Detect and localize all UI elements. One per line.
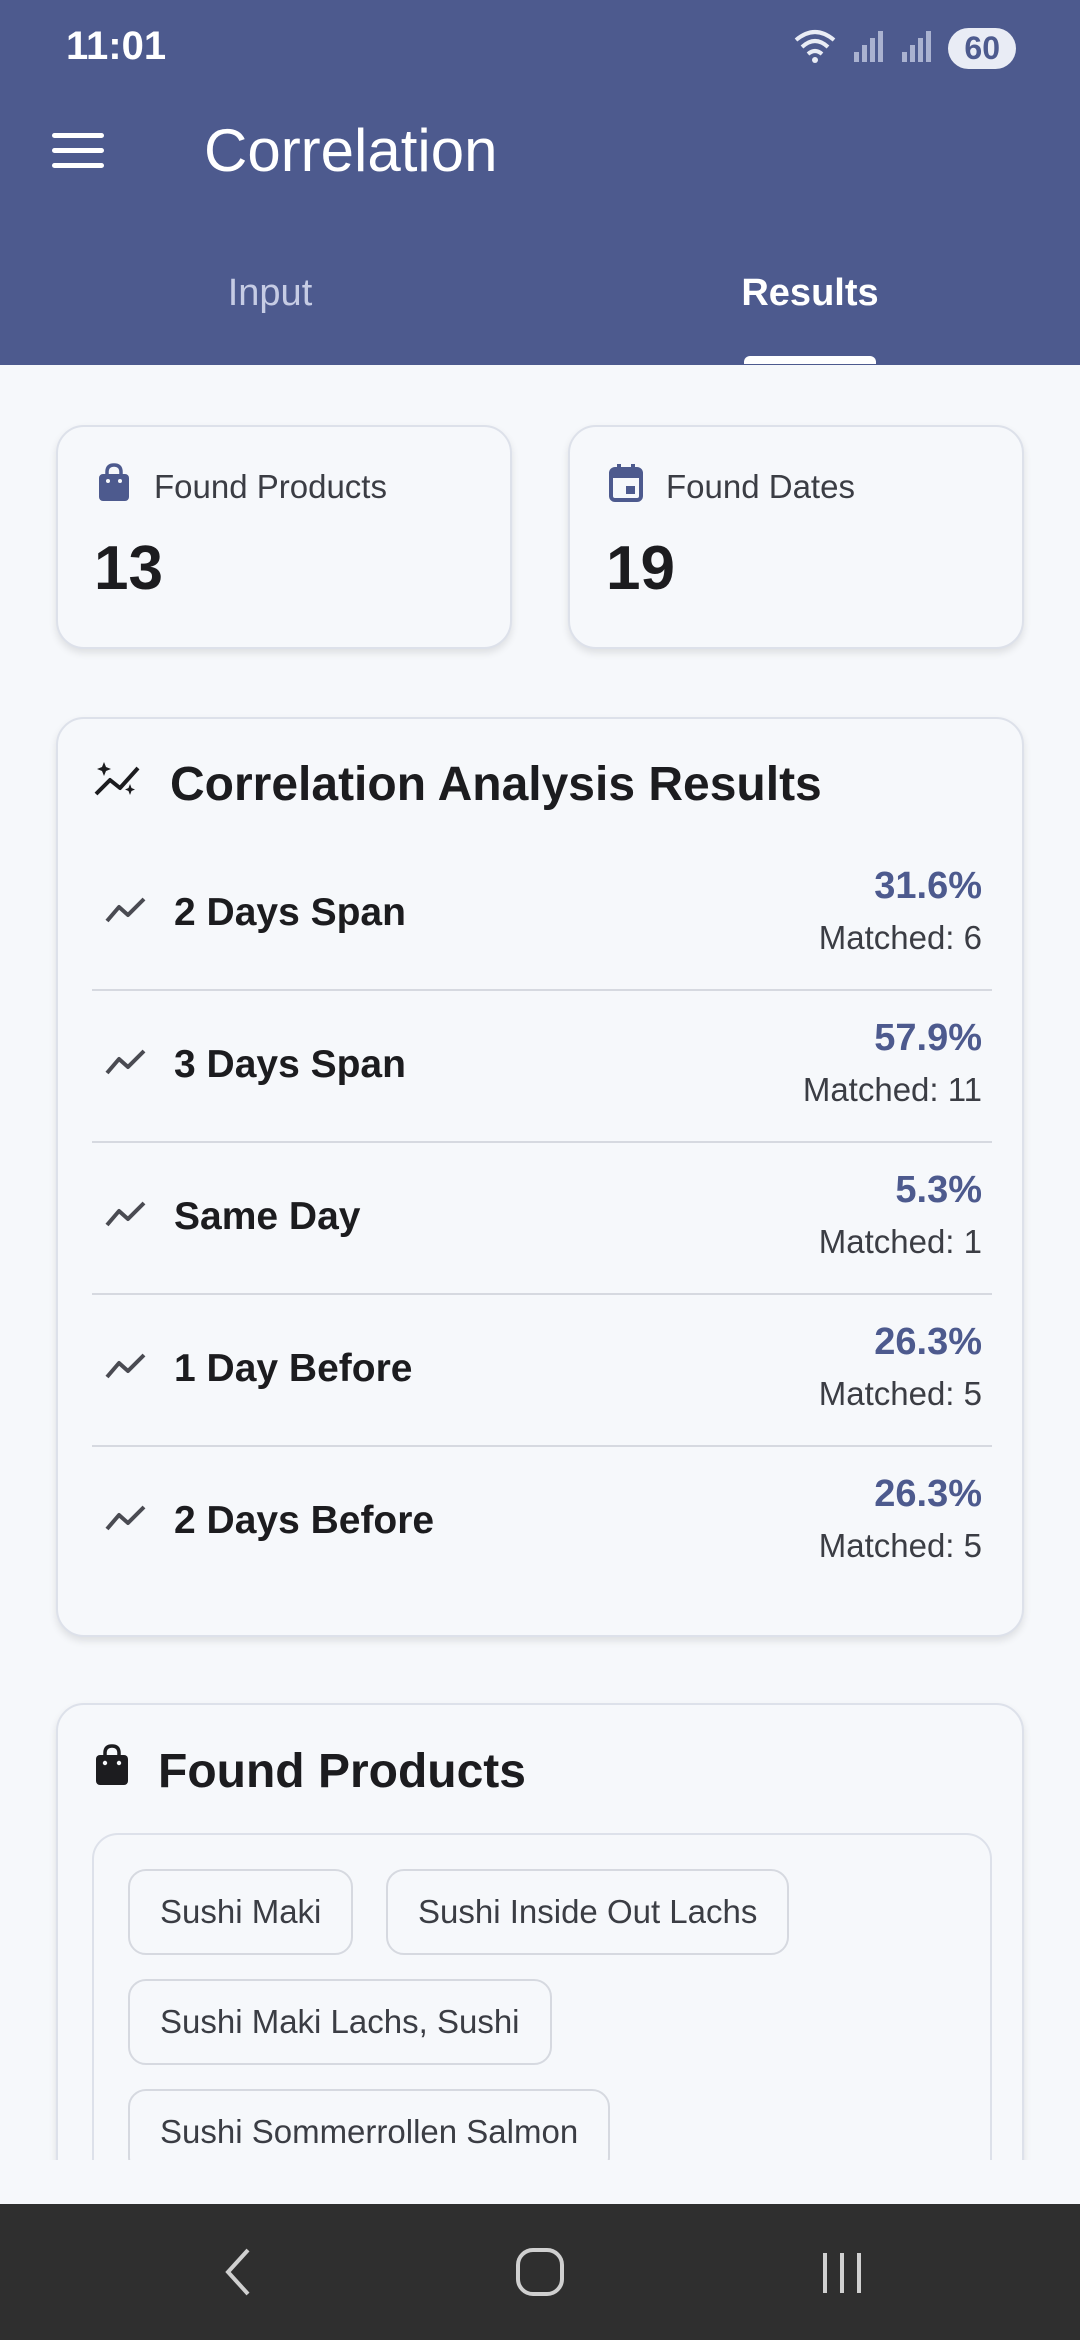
row-label: Same Day <box>104 1195 360 1239</box>
row-percent: 26.3% <box>874 1473 982 1515</box>
trending-icon <box>104 1499 148 1543</box>
home-button[interactable] <box>500 2238 580 2310</box>
row-label: 3 Days Span <box>104 1043 406 1087</box>
card-title-text: Found Products <box>158 1744 526 1798</box>
auto-graph-icon <box>92 757 144 812</box>
toolbar: Correlation <box>0 96 1080 206</box>
product-chip[interactable]: Sushi Sommerrollen Salmon <box>128 2089 611 2160</box>
card-title-text: Correlation Analysis Results <box>170 758 822 811</box>
stat-value: 19 <box>606 534 675 603</box>
signal-icon <box>852 28 886 69</box>
back-icon <box>218 2244 258 2305</box>
shopping-bag-icon <box>96 463 132 511</box>
system-navigation-bar <box>0 2204 1080 2340</box>
analysis-row: 1 Day Before 26.3% Matched: 5 <box>92 1295 992 1447</box>
shopping-bag-icon <box>92 1743 132 1799</box>
tab-results[interactable]: Results <box>540 246 1080 364</box>
correlation-analysis-card: Correlation Analysis Results 2 Days Span… <box>56 717 1024 1637</box>
battery-indicator: 60 <box>948 28 1016 69</box>
stat-header: Found Dates <box>608 463 855 511</box>
row-percent: 57.9% <box>874 1017 982 1059</box>
wifi-icon <box>792 26 838 71</box>
calendar-icon <box>608 463 644 511</box>
stat-card-dates: Found Dates 19 <box>568 425 1024 649</box>
stat-value: 13 <box>94 534 163 603</box>
products-chip-container: Sushi Maki Sushi Inside Out Lachs Sushi … <box>92 1833 992 2160</box>
trending-icon <box>104 1043 148 1087</box>
tab-results-label: Results <box>741 272 879 314</box>
product-chip[interactable]: Sushi Maki Lachs, Sushi <box>128 1979 552 2065</box>
tab-indicator <box>744 356 876 364</box>
app-bar: 11:01 60 Correlation Input Results <box>0 0 1080 365</box>
row-label-text: 2 Days Span <box>174 891 406 934</box>
row-matched: Matched: 6 <box>818 919 982 956</box>
trending-icon <box>104 1195 148 1239</box>
stat-card-products: Found Products 13 <box>56 425 512 649</box>
trending-icon <box>104 891 148 935</box>
results-content[interactable]: Found Products 13 Found Dates 19 Correla… <box>0 365 1080 2160</box>
card-title: Found Products <box>92 1743 526 1799</box>
found-products-card: Found Products Sushi Maki Sushi Inside O… <box>56 1703 1024 2160</box>
row-matched: Matched: 1 <box>818 1223 982 1260</box>
tab-input-label: Input <box>227 272 313 314</box>
analysis-row: 3 Days Span 57.9% Matched: 11 <box>92 991 992 1143</box>
card-title: Correlation Analysis Results <box>92 757 822 812</box>
product-chip[interactable]: Sushi Inside Out Lachs <box>386 1869 790 1955</box>
trending-icon <box>104 1347 148 1391</box>
home-icon <box>514 2246 566 2303</box>
row-label: 2 Days Before <box>104 1499 434 1543</box>
analysis-row: 2 Days Before 26.3% Matched: 5 <box>92 1447 992 1599</box>
recents-button[interactable] <box>802 2238 882 2310</box>
status-bar: 11:01 60 <box>0 0 1080 96</box>
tab-input[interactable]: Input <box>0 246 540 364</box>
back-button[interactable] <box>198 2238 278 2310</box>
row-matched: Matched: 5 <box>818 1375 982 1412</box>
menu-icon[interactable] <box>40 114 120 186</box>
row-percent: 31.6% <box>874 865 982 907</box>
row-percent: 5.3% <box>895 1169 982 1211</box>
stat-label: Found Dates <box>666 468 855 505</box>
row-label-text: 1 Day Before <box>174 1347 413 1390</box>
analysis-row: Same Day 5.3% Matched: 1 <box>92 1143 992 1295</box>
status-time: 11:01 <box>66 24 167 68</box>
row-label-text: 2 Days Before <box>174 1499 435 1542</box>
row-label-text: 3 Days Span <box>174 1043 406 1086</box>
row-label-text: Same Day <box>174 1195 361 1238</box>
row-matched: Matched: 5 <box>818 1527 982 1564</box>
analysis-rows: 2 Days Span 31.6% Matched: 6 3 Days Span… <box>92 839 992 1599</box>
status-icons: 60 <box>792 26 1016 71</box>
row-label: 1 Day Before <box>104 1347 412 1391</box>
product-chip[interactable]: Sushi Maki <box>128 1869 354 1955</box>
row-percent: 26.3% <box>874 1321 982 1363</box>
tab-bar: Input Results <box>0 246 1080 364</box>
recents-icon <box>817 2247 867 2302</box>
page-title: Correlation <box>204 117 498 184</box>
stat-label: Found Products <box>154 468 387 505</box>
row-matched: Matched: 11 <box>802 1071 982 1108</box>
row-label: 2 Days Span <box>104 891 406 935</box>
analysis-row: 2 Days Span 31.6% Matched: 6 <box>92 839 992 991</box>
signal-icon-2 <box>900 28 934 69</box>
stat-header: Found Products <box>96 463 387 511</box>
